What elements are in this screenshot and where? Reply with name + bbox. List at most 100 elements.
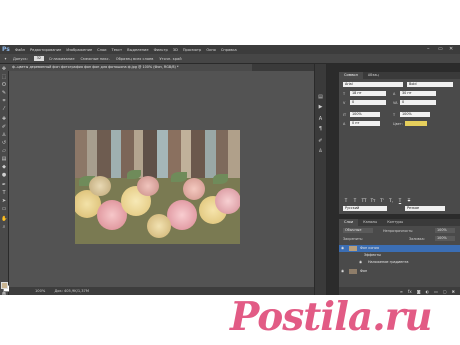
blur-tool-icon[interactable]: ◆ xyxy=(1,164,7,170)
menu-type[interactable]: Текст xyxy=(112,48,123,52)
tools-panel: ✥ ⬚ ʘ ✎ ⌗ ⁄ ✚ ✐ ♙ ↺ ▱ ▤ ◆ ● ✒ T ➤ ▭ ✋ ⌕ … xyxy=(0,64,10,295)
zoom-tool-icon[interactable]: ⌕ xyxy=(1,224,7,230)
history-panel-icon[interactable]: ▤ xyxy=(317,94,324,101)
move-tool-icon[interactable]: ✥ xyxy=(1,66,7,72)
document-image[interactable] xyxy=(75,130,240,244)
options-bar: ✦ Допуск: 32 Сглаживание Смежные пикс. О… xyxy=(0,54,460,64)
adjustment-layer-icon[interactable]: ◐ xyxy=(426,289,430,294)
tab-paths[interactable]: Контуры xyxy=(382,219,408,226)
quick-select-tool-icon[interactable]: ✎ xyxy=(1,90,7,96)
strikethrough-button[interactable]: T xyxy=(406,198,412,204)
font-size-field[interactable]: 18 пт xyxy=(350,91,386,96)
layer-row[interactable]: ◉ Наложение градиента xyxy=(339,259,460,266)
layers-panel: Слои Каналы Контуры Обычные Непрозрачнос… xyxy=(339,219,460,287)
tab-character[interactable]: Символ xyxy=(339,72,363,79)
color-label: Цвет: xyxy=(393,122,403,126)
dodge-tool-icon[interactable]: ● xyxy=(1,172,7,178)
postila-watermark: Postila.ru xyxy=(230,294,433,340)
blend-mode-select[interactable]: Обычные xyxy=(343,228,373,233)
subscript-button[interactable]: T, xyxy=(388,198,394,204)
link-layers-icon[interactable]: ∞ xyxy=(400,289,403,294)
hand-tool-icon[interactable]: ✋ xyxy=(1,216,7,222)
layer-mask-icon[interactable]: ◙ xyxy=(417,289,421,294)
visibility-eye-icon[interactable]: ◉ xyxy=(359,259,362,266)
brush-panel-icon[interactable]: ✐ xyxy=(317,138,324,145)
paragraph-panel-icon[interactable]: ¶ xyxy=(317,126,324,133)
tolerance-field[interactable]: 32 xyxy=(33,56,44,61)
magic-wand-icon[interactable]: ✦ xyxy=(4,57,7,61)
eyedropper-tool-icon[interactable]: ⁄ xyxy=(1,106,7,112)
font-family-field[interactable]: Arial xyxy=(343,82,403,87)
type-tool-icon[interactable]: T xyxy=(1,190,7,196)
document-tab[interactable]: ф.-цветы деревянный фон фотография фон ф… xyxy=(8,64,252,71)
horizontal-scale-field[interactable]: 100% xyxy=(400,112,430,117)
trash-icon[interactable]: ✖ xyxy=(452,289,455,294)
menu-view[interactable]: Просмотр xyxy=(183,48,201,52)
shape-tool-icon[interactable]: ▭ xyxy=(1,206,7,212)
canvas-area[interactable] xyxy=(9,71,314,287)
opacity-label: Непрозрачность: xyxy=(383,229,414,233)
underline-button[interactable]: T xyxy=(397,198,403,204)
layer-row[interactable]: Эффекты xyxy=(339,252,460,259)
healing-tool-icon[interactable]: ✚ xyxy=(1,116,7,122)
opacity-field[interactable]: 100% xyxy=(435,228,455,233)
brush-tool-icon[interactable]: ✐ xyxy=(1,124,7,130)
pen-tool-icon[interactable]: ✒ xyxy=(1,182,7,188)
visibility-eye-icon[interactable]: ◉ xyxy=(341,268,344,275)
crop-tool-icon[interactable]: ⌗ xyxy=(1,98,7,104)
quick-mask-icon[interactable]: ◘ xyxy=(1,292,7,295)
maximize-button[interactable]: ▭ xyxy=(438,46,443,52)
visibility-eye-icon[interactable]: ◉ xyxy=(341,245,344,252)
menu-layer[interactable]: Слои xyxy=(97,48,106,52)
lasso-tool-icon[interactable]: ʘ xyxy=(1,82,7,88)
small-caps-button[interactable]: Tт xyxy=(370,198,376,204)
tab-layers[interactable]: Слои xyxy=(339,219,359,226)
faux-bold-button[interactable]: T xyxy=(343,198,349,204)
refine-edge-button[interactable]: Уточн. край xyxy=(159,57,181,61)
menu-window[interactable]: Окно xyxy=(206,48,216,52)
faux-italic-button[interactable]: T xyxy=(352,198,358,204)
antialias-select[interactable]: Резкое xyxy=(405,206,445,211)
history-brush-icon[interactable]: ↺ xyxy=(1,140,7,146)
menu-help[interactable]: Справка xyxy=(221,48,237,52)
all-caps-button[interactable]: TT xyxy=(361,198,367,204)
eraser-tool-icon[interactable]: ▱ xyxy=(1,148,7,154)
layer-style-icon[interactable]: fx xyxy=(408,289,412,294)
zoom-level[interactable]: 100% xyxy=(35,289,45,293)
close-button[interactable]: ✕ xyxy=(449,46,453,52)
marquee-tool-icon[interactable]: ⬚ xyxy=(1,74,7,80)
leading-field[interactable]: 30 пт xyxy=(400,91,436,96)
tab-paragraph[interactable]: Абзац xyxy=(363,72,384,79)
actions-panel-icon[interactable]: ▶ xyxy=(317,104,324,111)
menu-edit[interactable]: Редактирование xyxy=(30,48,61,52)
option-antialias[interactable]: Сглаживание xyxy=(49,57,75,61)
new-layer-icon[interactable]: ▢ xyxy=(443,289,447,294)
minimize-button[interactable]: – xyxy=(427,46,430,52)
superscript-button[interactable]: T' xyxy=(379,198,385,204)
menu-select[interactable]: Выделение xyxy=(127,48,148,52)
option-contiguous[interactable]: Смежные пикс. xyxy=(81,57,110,61)
stamp-tool-icon[interactable]: ♙ xyxy=(1,132,7,138)
foreground-color-swatch[interactable] xyxy=(1,282,8,289)
new-group-icon[interactable]: ▭ xyxy=(434,289,438,294)
layer-row[interactable]: ◉ Фон xyxy=(339,268,460,275)
gradient-tool-icon[interactable]: ▤ xyxy=(1,156,7,162)
kerning-field[interactable]: 0 xyxy=(350,100,386,105)
menu-file[interactable]: Файл xyxy=(15,48,25,52)
clone-source-icon[interactable]: ♙ xyxy=(317,148,324,155)
fill-field[interactable]: 100% xyxy=(435,236,455,241)
menu-filter[interactable]: Фильтр xyxy=(154,48,168,52)
layer-row[interactable]: ◉ Фон копия xyxy=(339,245,460,252)
character-panel-icon[interactable]: A xyxy=(317,116,324,123)
path-select-icon[interactable]: ➤ xyxy=(1,198,7,204)
text-color-swatch[interactable] xyxy=(405,121,427,126)
baseline-field[interactable]: 0 пт xyxy=(350,121,380,126)
menu-image[interactable]: Изображение xyxy=(66,48,92,52)
option-sample-all[interactable]: Образец всех слоев xyxy=(116,57,154,61)
menu-3d[interactable]: 3D xyxy=(173,48,178,52)
tracking-field[interactable]: 0 xyxy=(400,100,436,105)
language-select[interactable]: Русский xyxy=(343,206,387,211)
tab-channels[interactable]: Каналы xyxy=(358,219,382,226)
vertical-scale-field[interactable]: 100% xyxy=(350,112,380,117)
font-style-field[interactable]: Bold xyxy=(407,82,453,87)
